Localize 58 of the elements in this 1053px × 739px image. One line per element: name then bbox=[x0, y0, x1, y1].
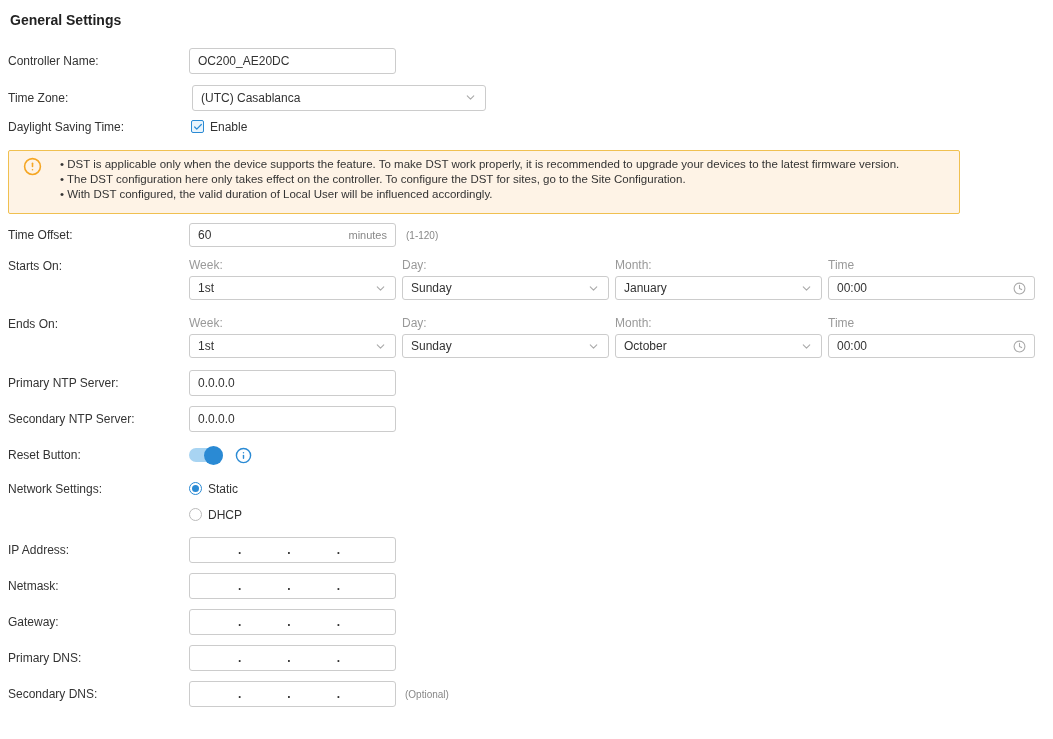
clock-icon bbox=[1013, 281, 1026, 295]
warning-icon bbox=[23, 157, 42, 176]
time-picker[interactable]: 00:00 bbox=[828, 276, 1035, 300]
radio-label: DHCP bbox=[208, 506, 242, 524]
ip-address-field[interactable]: . . . bbox=[189, 681, 396, 707]
field-caption: Day: bbox=[402, 315, 428, 332]
field-caption: Week: bbox=[189, 315, 224, 332]
field-label: Primary NTP Server: bbox=[8, 375, 120, 392]
field-caption: Week: bbox=[189, 257, 224, 274]
field-label: Reset Button: bbox=[8, 447, 82, 464]
text-field[interactable]: 0.0.0.0 bbox=[189, 406, 396, 432]
text-field[interactable]: OC200_AE20DC bbox=[189, 48, 396, 74]
warning-text: • The DST configuration here only takes effect on the controller. To configure the DST for sites, go to the Site Configuration. bbox=[60, 172, 687, 187]
toggle-switch[interactable] bbox=[189, 448, 223, 462]
field-label: Time Zone: bbox=[8, 89, 70, 107]
dropdown-select[interactable]: Sunday bbox=[402, 334, 609, 358]
info-icon[interactable] bbox=[235, 446, 252, 464]
check-icon bbox=[192, 121, 203, 132]
field-label: Ends On: bbox=[8, 316, 60, 333]
field-label: IP Address: bbox=[8, 542, 71, 559]
dropdown-select[interactable]: 1st bbox=[189, 334, 396, 358]
time-picker[interactable]: 00:00 bbox=[828, 334, 1035, 358]
page-title: General Settings bbox=[10, 12, 122, 28]
radio-label: Static bbox=[208, 480, 238, 498]
field-label: Primary DNS: bbox=[8, 650, 83, 667]
field-label: Daylight Saving Time: bbox=[8, 118, 126, 136]
field-label: Secondary NTP Server: bbox=[8, 411, 136, 428]
field-label: Controller Name: bbox=[8, 53, 100, 70]
checkbox[interactable] bbox=[191, 120, 204, 133]
offset-field[interactable]: 60 minutes bbox=[189, 223, 396, 247]
field-label: Secondary DNS: bbox=[8, 686, 99, 703]
optional-hint: (Optional) bbox=[405, 687, 449, 702]
text-field[interactable]: 0.0.0.0 bbox=[189, 370, 396, 396]
ip-address-field[interactable]: . . . bbox=[189, 573, 396, 599]
field-caption: Time bbox=[828, 257, 856, 274]
ip-address-field[interactable]: . . . bbox=[189, 609, 396, 635]
field-caption: Month: bbox=[615, 315, 653, 332]
checkbox-label: Enable bbox=[210, 118, 248, 136]
dropdown-select[interactable]: Sunday bbox=[402, 276, 609, 300]
ip-address-field[interactable]: . . . bbox=[189, 645, 396, 671]
field-caption: Day: bbox=[402, 257, 428, 274]
range-hint: (1-120) bbox=[406, 228, 439, 243]
field-label: Starts On: bbox=[8, 258, 64, 275]
field-label: Network Settings: bbox=[8, 481, 104, 498]
field-label: Netmask: bbox=[8, 578, 60, 595]
dropdown-select[interactable]: October bbox=[615, 334, 822, 358]
field-label: Time Offset: bbox=[8, 227, 74, 244]
warning-text: • DST is applicable only when the device supports the feature. To make DST work properly, it is recommended to upgrade your devices to the latest firmware version. bbox=[60, 157, 900, 172]
field-caption: Time bbox=[828, 315, 856, 332]
clock-icon bbox=[1013, 339, 1026, 353]
dropdown-select[interactable]: January bbox=[615, 276, 822, 300]
field-label: Gateway: bbox=[8, 614, 60, 631]
field-caption: Month: bbox=[615, 257, 653, 274]
dropdown-select[interactable]: (UTC) Casablanca bbox=[192, 84, 486, 111]
dropdown-select[interactable]: 1st bbox=[189, 276, 396, 300]
warning-text: • With DST configured, the valid duration of Local User will be influenced accordingly. bbox=[60, 187, 494, 202]
ip-address-field[interactable]: . . . bbox=[189, 537, 396, 563]
unit-label: minutes bbox=[348, 227, 387, 243]
